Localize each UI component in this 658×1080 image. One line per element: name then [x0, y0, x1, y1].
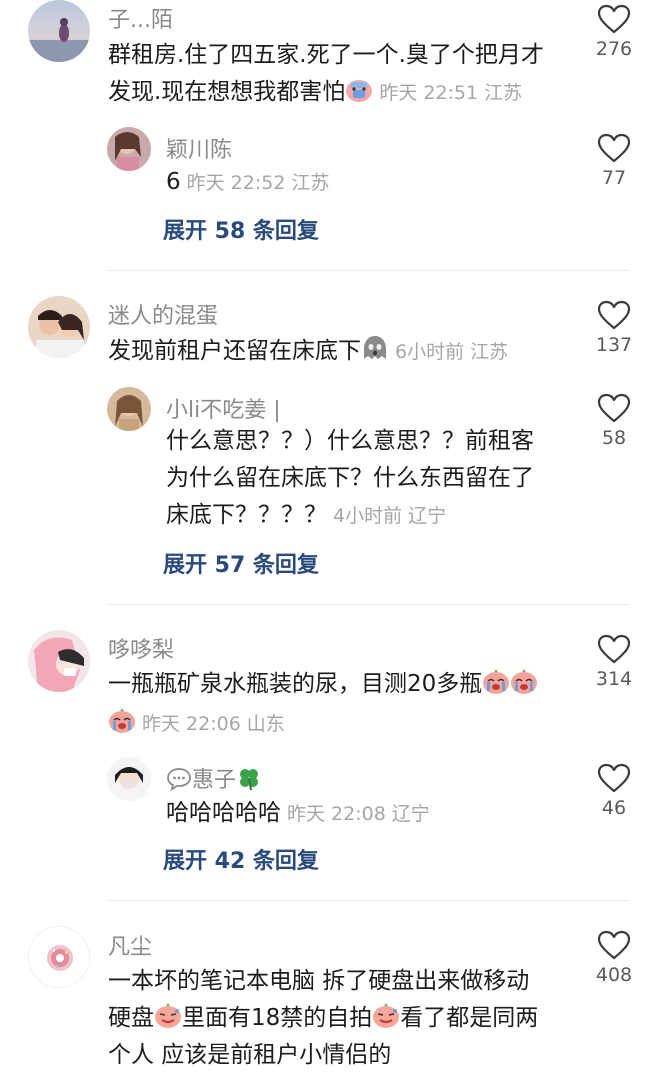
like-count: 276	[595, 38, 633, 60]
avatar[interactable]	[28, 0, 90, 62]
comment-time: 昨天 22:51	[379, 82, 479, 104]
comment-text-fragment: 发现.现在想想我都害怕	[108, 79, 346, 105]
comment-username[interactable]: 凡尘	[108, 929, 152, 961]
reply-text-fragment: 6	[166, 169, 181, 195]
comment-text-line: 个人 应该是前租户小情侣的	[108, 1042, 392, 1068]
reply-text-line: 什么意思？？）什么意思？？前租客	[166, 428, 534, 454]
sweat-face-emoji-icon	[154, 1003, 182, 1041]
comment-username[interactable]: 迷人的混蛋	[108, 298, 218, 330]
like-count: 58	[601, 427, 627, 449]
heart-icon	[597, 133, 631, 163]
comment-text-line: 一瓶瓶矿泉水瓶装的尿，目测20多瓶	[108, 666, 538, 707]
comment-text-line: 硬盘 里面有18禁的自拍 看了都是同两	[108, 1000, 538, 1041]
like-count: 408	[595, 964, 633, 986]
avatar[interactable]	[107, 757, 151, 801]
ghost-face-emoji-icon	[361, 334, 389, 374]
expand-replies-button[interactable]: 展开 58 条回复	[163, 213, 319, 245]
heart-icon	[597, 4, 631, 34]
heart-icon	[597, 300, 631, 330]
like-count: 77	[601, 167, 627, 189]
reply-text-fragment: 床底下？？？？	[166, 502, 327, 528]
heart-icon	[597, 930, 631, 960]
crying-face-emoji-icon	[108, 708, 136, 739]
like-button[interactable]: 137	[584, 300, 644, 356]
divider	[108, 270, 630, 271]
comment-text-fragment: 看了都是同两	[400, 1005, 539, 1031]
like-count: 314	[595, 668, 633, 690]
reply-text-fragment: 哈哈哈哈哈	[166, 800, 281, 826]
speech-bubble-icon	[166, 767, 192, 797]
like-button[interactable]: 77	[584, 133, 644, 189]
comment-text-fragment: 里面有18禁的自拍	[182, 1005, 373, 1031]
reply-text-line: 为什么留在床底下？什么东西留在了	[166, 465, 534, 491]
like-button[interactable]: 46	[584, 763, 644, 819]
reply-location: 江苏	[291, 172, 330, 194]
comment-time: 昨天 22:06	[142, 713, 241, 735]
reply-username[interactable]: 小li不吃姜 |	[166, 392, 281, 424]
like-button[interactable]: 276	[584, 4, 644, 60]
avatar[interactable]	[107, 387, 151, 431]
comment-text-line: 一本坏的笔记本电脑 拆了硬盘出来做移动	[108, 968, 530, 994]
crying-face-emoji-icon	[482, 669, 510, 707]
four-leaf-clover-icon	[236, 765, 262, 797]
reply-username-text: 惠子	[192, 768, 237, 793]
expand-replies-button[interactable]: 展开 57 条回复	[163, 547, 319, 579]
reply-time: 昨天 22:52	[186, 172, 286, 194]
divider	[108, 604, 630, 605]
reply-text-line: 床底下？？？？ 4小时前 辽宁	[166, 497, 446, 535]
reply-username[interactable]: 惠子	[166, 762, 262, 797]
avatar[interactable]	[28, 296, 90, 358]
comment-text-line: 发现.现在想想我都害怕 昨天 22:51 江苏	[108, 74, 522, 115]
comment-location: 江苏	[470, 341, 509, 363]
heart-icon	[597, 634, 631, 664]
like-button[interactable]: 314	[584, 634, 644, 690]
comment-location: 山东	[246, 713, 285, 735]
like-count: 46	[601, 797, 627, 819]
expand-replies-button[interactable]: 展开 42 条回复	[163, 843, 319, 875]
reply-time: 4小时前	[333, 505, 403, 527]
like-button[interactable]: 58	[584, 393, 644, 449]
comment-text-fragment: 发现前租户还留在床底下	[108, 338, 361, 364]
avatar[interactable]	[107, 127, 151, 171]
comment-time: 6小时前	[395, 341, 465, 363]
heart-icon	[597, 763, 631, 793]
comment-text-line: 发现前租户还留在床底下 6小时前 江苏	[108, 333, 508, 374]
sweat-face-emoji-icon	[372, 1003, 400, 1041]
comment-username[interactable]: 哆哆梨	[108, 632, 174, 664]
comment-text-fragment: 一瓶瓶矿泉水瓶装的尿，目测20多瓶	[108, 671, 483, 697]
reply-location: 辽宁	[391, 803, 430, 825]
avatar[interactable]	[28, 926, 90, 988]
crying-face-emoji-icon	[510, 669, 538, 707]
reply-location: 辽宁	[408, 505, 447, 527]
comment-username[interactable]: 子...陌	[108, 2, 173, 34]
avatar[interactable]	[28, 630, 90, 692]
divider	[108, 900, 630, 901]
reply-text: 6 昨天 22:52 江苏	[166, 164, 329, 202]
scared-face-emoji-icon	[345, 77, 373, 115]
heart-icon	[597, 393, 631, 423]
reply-time: 昨天 22:08	[287, 803, 386, 825]
comment-meta-line: 昨天 22:06 山东	[108, 708, 285, 739]
comment-text-fragment: 硬盘	[108, 1005, 154, 1031]
comment-text-line: 群租房.住了四五家.死了一个.臭了个把月才	[108, 42, 544, 68]
reply-username[interactable]: 颖川陈	[166, 132, 232, 164]
like-count: 137	[595, 334, 633, 356]
reply-text: 哈哈哈哈哈 昨天 22:08 辽宁	[166, 795, 430, 833]
like-button[interactable]: 408	[584, 930, 644, 986]
comment-location: 江苏	[484, 82, 523, 104]
